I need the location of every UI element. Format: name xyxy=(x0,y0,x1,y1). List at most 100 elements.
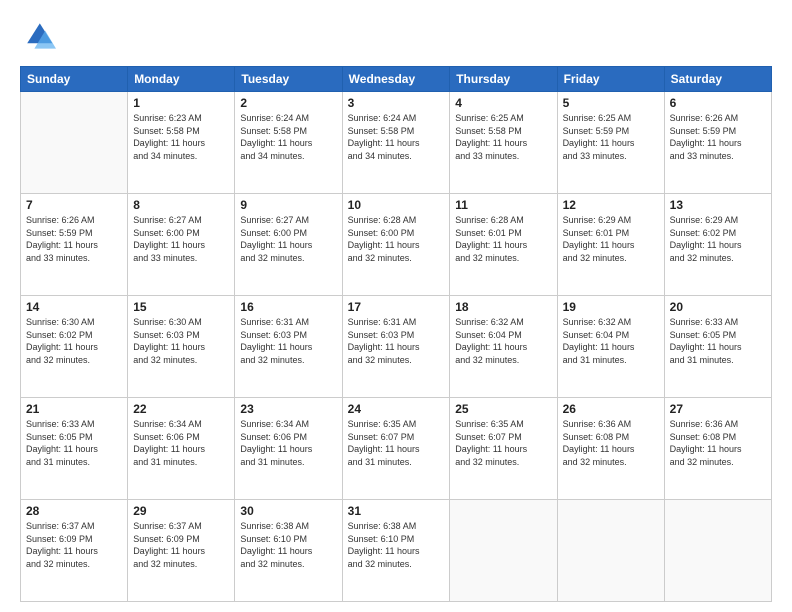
calendar-day-header: Wednesday xyxy=(342,67,450,92)
day-number: 14 xyxy=(26,300,122,314)
calendar-cell: 20 Sunrise: 6:33 AM Sunset: 6:05 PM Dayli… xyxy=(664,296,771,398)
day-info: Sunrise: 6:26 AM Sunset: 5:59 PM Dayligh… xyxy=(670,112,766,162)
logo-icon xyxy=(20,18,56,54)
calendar-table: SundayMondayTuesdayWednesdayThursdayFrid… xyxy=(20,66,772,602)
calendar-cell: 14 Sunrise: 6:30 AM Sunset: 6:02 PM Dayli… xyxy=(21,296,128,398)
day-number: 2 xyxy=(240,96,336,110)
day-number: 27 xyxy=(670,402,766,416)
day-info: Sunrise: 6:27 AM Sunset: 6:00 PM Dayligh… xyxy=(133,214,229,264)
day-number: 10 xyxy=(348,198,445,212)
day-info: Sunrise: 6:29 AM Sunset: 6:02 PM Dayligh… xyxy=(670,214,766,264)
day-number: 6 xyxy=(670,96,766,110)
calendar-week-row: 21Sunrise: 6:33 AM Sunset: 6:05 PM Dayli… xyxy=(21,398,772,500)
calendar-week-row: 28 Sunrise: 6:37 AM Sunset: 6:09 PM Dayli… xyxy=(21,500,772,602)
day-number: 1 xyxy=(133,96,229,110)
day-info: Sunrise: 6:28 AM Sunset: 6:00 PM Dayligh… xyxy=(348,214,445,264)
calendar-day-header: Saturday xyxy=(664,67,771,92)
calendar-day-header: Tuesday xyxy=(235,67,342,92)
day-number: 22 xyxy=(133,402,229,416)
day-info: Sunrise: 6:31 AM Sunset: 6:03 PM Dayligh… xyxy=(240,316,336,366)
day-info: Sunrise: 6:30 AM Sunset: 6:03 PM Dayligh… xyxy=(133,316,229,366)
day-number: 26 xyxy=(563,402,659,416)
calendar-cell: 15 Sunrise: 6:30 AM Sunset: 6:03 PM Dayli… xyxy=(128,296,235,398)
day-info: Sunrise: 6:34 AM Sunset: 6:06 PM Dayligh… xyxy=(133,418,229,468)
calendar-week-row: 7Sunrise: 6:26 AM Sunset: 5:59 PM Daylig… xyxy=(21,194,772,296)
day-number: 3 xyxy=(348,96,445,110)
day-number: 13 xyxy=(670,198,766,212)
day-number: 20 xyxy=(670,300,766,314)
day-number: 19 xyxy=(563,300,659,314)
calendar-day-header: Sunday xyxy=(21,67,128,92)
calendar-cell: 3 Sunrise: 6:24 AM Sunset: 5:58 PM Daylig… xyxy=(342,92,450,194)
day-number: 18 xyxy=(455,300,551,314)
calendar-cell: 17 Sunrise: 6:31 AM Sunset: 6:03 PM Dayli… xyxy=(342,296,450,398)
day-number: 28 xyxy=(26,504,122,518)
day-number: 25 xyxy=(455,402,551,416)
calendar-cell xyxy=(450,500,557,602)
calendar-cell: 27Sunrise: 6:36 AM Sunset: 6:08 PM Dayli… xyxy=(664,398,771,500)
day-number: 23 xyxy=(240,402,336,416)
calendar-cell xyxy=(664,500,771,602)
day-info: Sunrise: 6:37 AM Sunset: 6:09 PM Dayligh… xyxy=(26,520,122,570)
day-number: 15 xyxy=(133,300,229,314)
calendar-cell: 30 Sunrise: 6:38 AM Sunset: 6:10 PM Dayli… xyxy=(235,500,342,602)
day-number: 17 xyxy=(348,300,445,314)
day-number: 9 xyxy=(240,198,336,212)
day-number: 8 xyxy=(133,198,229,212)
day-info: Sunrise: 6:37 AM Sunset: 6:09 PM Dayligh… xyxy=(133,520,229,570)
calendar-cell: 6 Sunrise: 6:26 AM Sunset: 5:59 PM Daylig… xyxy=(664,92,771,194)
calendar-cell: 23 Sunrise: 6:34 AM Sunset: 6:06 PM Dayli… xyxy=(235,398,342,500)
calendar-cell: 9 Sunrise: 6:27 AM Sunset: 6:00 PM Daylig… xyxy=(235,194,342,296)
calendar-cell: 21Sunrise: 6:33 AM Sunset: 6:05 PM Dayli… xyxy=(21,398,128,500)
calendar-cell xyxy=(21,92,128,194)
calendar-cell: 31Sunrise: 6:38 AM Sunset: 6:10 PM Dayli… xyxy=(342,500,450,602)
calendar-day-header: Friday xyxy=(557,67,664,92)
calendar-cell: 16 Sunrise: 6:31 AM Sunset: 6:03 PM Dayli… xyxy=(235,296,342,398)
calendar-cell: 10 Sunrise: 6:28 AM Sunset: 6:00 PM Dayli… xyxy=(342,194,450,296)
calendar-cell: 24Sunrise: 6:35 AM Sunset: 6:07 PM Dayli… xyxy=(342,398,450,500)
day-info: Sunrise: 6:34 AM Sunset: 6:06 PM Dayligh… xyxy=(240,418,336,468)
calendar-cell: 28 Sunrise: 6:37 AM Sunset: 6:09 PM Dayli… xyxy=(21,500,128,602)
day-info: Sunrise: 6:36 AM Sunset: 6:08 PM Dayligh… xyxy=(563,418,659,468)
day-number: 4 xyxy=(455,96,551,110)
day-info: Sunrise: 6:33 AM Sunset: 6:05 PM Dayligh… xyxy=(670,316,766,366)
calendar-week-row: 1Sunrise: 6:23 AM Sunset: 5:58 PM Daylig… xyxy=(21,92,772,194)
day-number: 31 xyxy=(348,504,445,518)
calendar-cell: 19 Sunrise: 6:32 AM Sunset: 6:04 PM Dayli… xyxy=(557,296,664,398)
page: SundayMondayTuesdayWednesdayThursdayFrid… xyxy=(0,0,792,612)
day-number: 30 xyxy=(240,504,336,518)
calendar-header-row: SundayMondayTuesdayWednesdayThursdayFrid… xyxy=(21,67,772,92)
day-info: Sunrise: 6:24 AM Sunset: 5:58 PM Dayligh… xyxy=(348,112,445,162)
day-info: Sunrise: 6:32 AM Sunset: 6:04 PM Dayligh… xyxy=(455,316,551,366)
calendar-cell: 29 Sunrise: 6:37 AM Sunset: 6:09 PM Dayli… xyxy=(128,500,235,602)
calendar-cell: 7Sunrise: 6:26 AM Sunset: 5:59 PM Daylig… xyxy=(21,194,128,296)
day-number: 12 xyxy=(563,198,659,212)
day-info: Sunrise: 6:30 AM Sunset: 6:02 PM Dayligh… xyxy=(26,316,122,366)
day-info: Sunrise: 6:32 AM Sunset: 6:04 PM Dayligh… xyxy=(563,316,659,366)
logo xyxy=(20,18,60,54)
calendar-cell: 12Sunrise: 6:29 AM Sunset: 6:01 PM Dayli… xyxy=(557,194,664,296)
calendar-cell: 18 Sunrise: 6:32 AM Sunset: 6:04 PM Dayli… xyxy=(450,296,557,398)
calendar-cell: 25 Sunrise: 6:35 AM Sunset: 6:07 PM Dayli… xyxy=(450,398,557,500)
day-info: Sunrise: 6:35 AM Sunset: 6:07 PM Dayligh… xyxy=(455,418,551,468)
day-number: 29 xyxy=(133,504,229,518)
calendar-week-row: 14 Sunrise: 6:30 AM Sunset: 6:02 PM Dayli… xyxy=(21,296,772,398)
day-number: 16 xyxy=(240,300,336,314)
calendar-cell: 5 Sunrise: 6:25 AM Sunset: 5:59 PM Daylig… xyxy=(557,92,664,194)
day-info: Sunrise: 6:25 AM Sunset: 5:59 PM Dayligh… xyxy=(563,112,659,162)
calendar-cell: 8 Sunrise: 6:27 AM Sunset: 6:00 PM Daylig… xyxy=(128,194,235,296)
calendar-cell: 22 Sunrise: 6:34 AM Sunset: 6:06 PM Dayli… xyxy=(128,398,235,500)
day-info: Sunrise: 6:38 AM Sunset: 6:10 PM Dayligh… xyxy=(240,520,336,570)
calendar-cell: 2 Sunrise: 6:24 AM Sunset: 5:58 PM Daylig… xyxy=(235,92,342,194)
day-info: Sunrise: 6:24 AM Sunset: 5:58 PM Dayligh… xyxy=(240,112,336,162)
day-info: Sunrise: 6:35 AM Sunset: 6:07 PM Dayligh… xyxy=(348,418,445,468)
day-number: 5 xyxy=(563,96,659,110)
day-info: Sunrise: 6:28 AM Sunset: 6:01 PM Dayligh… xyxy=(455,214,551,264)
day-info: Sunrise: 6:26 AM Sunset: 5:59 PM Dayligh… xyxy=(26,214,122,264)
header xyxy=(20,18,772,54)
day-info: Sunrise: 6:27 AM Sunset: 6:00 PM Dayligh… xyxy=(240,214,336,264)
calendar-day-header: Thursday xyxy=(450,67,557,92)
day-info: Sunrise: 6:31 AM Sunset: 6:03 PM Dayligh… xyxy=(348,316,445,366)
calendar-cell: 11Sunrise: 6:28 AM Sunset: 6:01 PM Dayli… xyxy=(450,194,557,296)
calendar-cell: 1Sunrise: 6:23 AM Sunset: 5:58 PM Daylig… xyxy=(128,92,235,194)
